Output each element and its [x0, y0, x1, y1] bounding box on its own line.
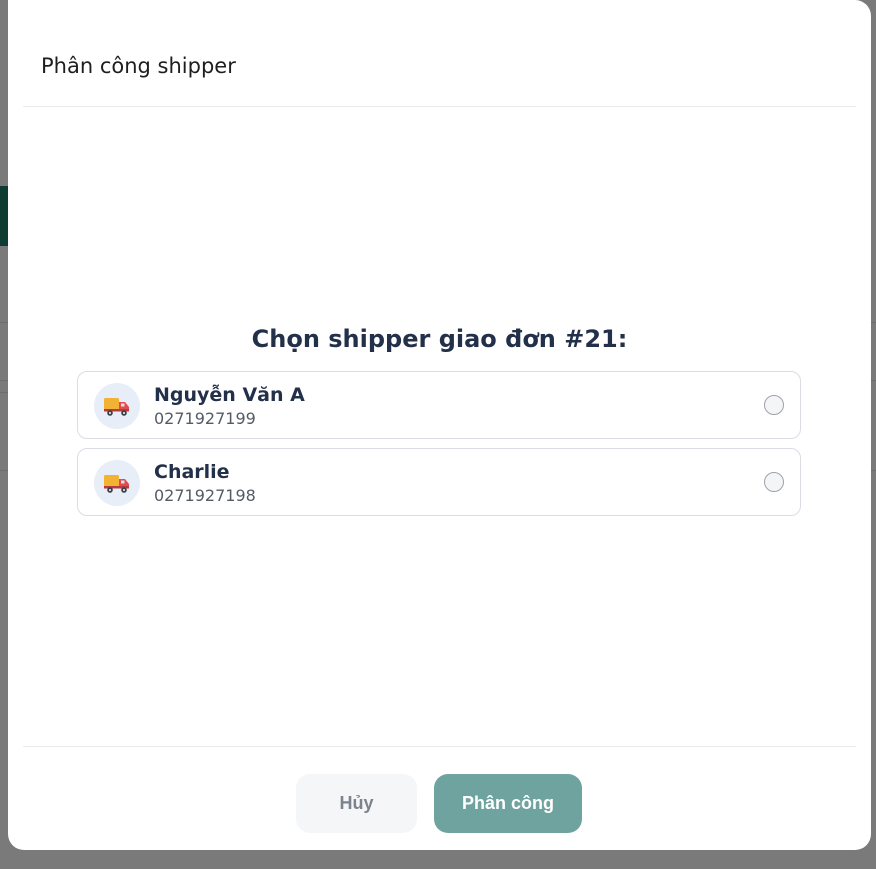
- shipper-phone: 0271927199: [154, 409, 256, 428]
- background-divider: [871, 470, 876, 471]
- background-divider: [0, 470, 8, 471]
- assign-button[interactable]: Phân công: [434, 774, 582, 833]
- delivery-truck-icon: [104, 398, 129, 416]
- shipper-option[interactable]: Charlie 0271927198: [77, 448, 801, 516]
- background-divider: [871, 322, 876, 323]
- shipper-list: Nguyễn Văn A 0271927199 Charlie 02719271…: [77, 371, 801, 525]
- shipper-phone: 0271927198: [154, 486, 256, 505]
- shipper-avatar: [94, 383, 140, 429]
- shipper-radio[interactable]: [764, 472, 784, 492]
- shipper-name: Nguyễn Văn A: [154, 384, 305, 406]
- shipper-name: Charlie: [154, 461, 230, 483]
- modal-title: Phân công shipper: [41, 54, 236, 78]
- background-divider: [0, 322, 8, 323]
- delivery-truck-icon: [104, 475, 129, 493]
- modal-footer: Hủy Phân công: [23, 746, 856, 850]
- shipper-option[interactable]: Nguyễn Văn A 0271927199: [77, 371, 801, 439]
- background-divider: [0, 392, 8, 393]
- shipper-radio[interactable]: [764, 395, 784, 415]
- modal-body: Chọn shipper giao đơn #21: Nguyễn Văn A …: [8, 107, 871, 747]
- assign-shipper-modal: Phân công shipper Chọn shipper giao đơn …: [8, 0, 871, 850]
- background-divider: [0, 380, 8, 381]
- cancel-button[interactable]: Hủy: [296, 774, 417, 833]
- shipper-avatar: [94, 460, 140, 506]
- background-divider: [871, 380, 876, 381]
- choose-shipper-prompt: Chọn shipper giao đơn #21:: [251, 325, 628, 353]
